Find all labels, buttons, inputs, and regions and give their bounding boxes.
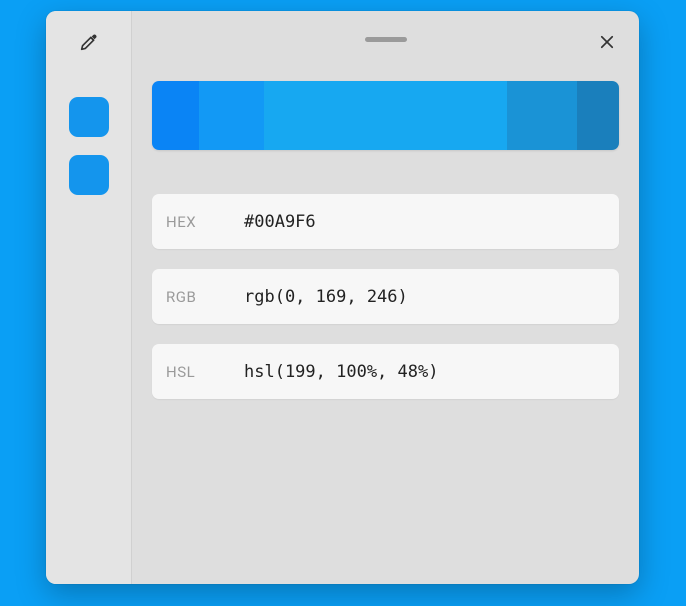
main-panel: HEX #00A9F6 RGB rgb(0, 169, 246) HSL hsl… [132,11,639,584]
hsl-value: hsl(199, 100%, 48%) [244,362,438,382]
swatch-1[interactable] [69,155,109,195]
shade-3[interactable] [507,81,577,150]
eyedropper-button[interactable] [69,23,109,63]
hex-value: #00A9F6 [244,212,316,232]
eyedropper-icon [78,31,100,56]
shade-4[interactable] [577,81,619,150]
rgb-row[interactable]: RGB rgb(0, 169, 246) [152,269,619,324]
shade-strip[interactable] [152,81,619,150]
close-button[interactable] [589,25,625,61]
close-icon [598,33,616,54]
rgb-value: rgb(0, 169, 246) [244,287,408,307]
shade-1[interactable] [199,81,264,150]
swatch-list [69,97,109,195]
sidebar [46,11,132,584]
color-picker-window: HEX #00A9F6 RGB rgb(0, 169, 246) HSL hsl… [46,11,639,584]
swatch-0[interactable] [69,97,109,137]
hex-row[interactable]: HEX #00A9F6 [152,194,619,249]
hsl-row[interactable]: HSL hsl(199, 100%, 48%) [152,344,619,399]
hex-label: HEX [166,213,244,231]
color-value-rows: HEX #00A9F6 RGB rgb(0, 169, 246) HSL hsl… [152,194,619,399]
shade-0[interactable] [152,81,199,150]
hsl-label: HSL [166,363,244,381]
rgb-label: RGB [166,288,244,306]
shade-2[interactable] [264,81,507,150]
drag-handle[interactable] [365,37,407,42]
